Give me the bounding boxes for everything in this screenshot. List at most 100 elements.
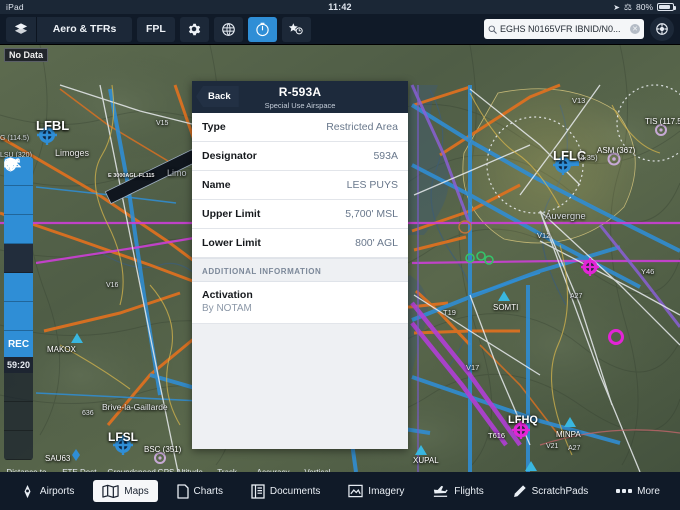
- route-tool-button[interactable]: [4, 158, 33, 402]
- detail-row-key: Upper Limit: [202, 208, 261, 220]
- map-label: V13: [572, 96, 586, 105]
- additional-information-header: ADDITIONAL INFORMATION: [192, 258, 408, 282]
- no-data-badge: No Data: [4, 48, 49, 62]
- map-label: G (114.5): [0, 135, 30, 142]
- location-arrow-icon: ➤: [613, 2, 620, 12]
- profile-button[interactable]: [650, 17, 674, 41]
- layers-icon: [14, 23, 28, 34]
- star-clock-icon: [289, 23, 304, 35]
- battery-percent: 80%: [635, 2, 653, 12]
- layers-button[interactable]: [6, 17, 36, 42]
- timer-button[interactable]: [247, 16, 277, 42]
- tab-label: ScratchPads: [531, 485, 589, 497]
- map-label: V17: [466, 363, 480, 372]
- map-label: LFHQ: [508, 414, 538, 426]
- detail-row-value: Restricted Area: [326, 121, 398, 133]
- popup-header: Back R-593A Special Use Airspace: [192, 81, 408, 113]
- airspace-detail-rows: Type Restricted Area Designator 593A Name LES…: [192, 113, 408, 258]
- ruler-button[interactable]: [4, 159, 33, 244]
- tab-label: Imagery: [368, 485, 405, 497]
- search-input[interactable]: EGHS N0165VFR IBNID/N0... ✕: [484, 19, 644, 39]
- detail-row-key: Name: [202, 179, 231, 191]
- map-label: Brive-la-Gaillarde: [102, 402, 168, 412]
- map-label: V21: [546, 443, 559, 450]
- detail-row-value: 5,700' MSL: [345, 208, 398, 220]
- map-canvas[interactable]: LFBL Limoges G (114.5) LSU (320) V15 Limo E 30…: [0, 45, 680, 472]
- track-up-button[interactable]: [4, 158, 33, 215]
- detail-row-key: Designator: [202, 150, 257, 162]
- zoom-in-button[interactable]: [4, 157, 33, 431]
- detail-row: Designator 593A: [192, 142, 408, 171]
- map-label: T19: [443, 308, 456, 317]
- map-label: XUPAL: [413, 456, 439, 465]
- bottom-tab-bar: Airports Maps Charts Documents Imagery Flight…: [0, 472, 680, 510]
- tab-airports[interactable]: Airports: [11, 480, 83, 503]
- map-label: MAKOX: [47, 345, 76, 354]
- detail-row: Type Restricted Area: [192, 113, 408, 142]
- map-label: MINPA: [556, 430, 581, 439]
- detail-row: Name LES PUYS: [192, 171, 408, 200]
- tab-more[interactable]: More: [607, 482, 669, 501]
- map-label: TIS (117.5: [645, 117, 680, 126]
- profile-view-button[interactable]: [4, 158, 33, 273]
- map-icon: [102, 484, 119, 498]
- map-label: Y46: [641, 267, 655, 276]
- clear-search-icon[interactable]: ✕: [630, 24, 640, 34]
- airport-icon: [20, 484, 35, 499]
- imagery-icon: [348, 484, 363, 498]
- terrain-button[interactable]: [4, 159, 33, 302]
- map-label: ASM (367): [597, 146, 636, 155]
- detail-row-key: Type: [202, 121, 226, 133]
- map-label: V15: [156, 120, 169, 127]
- map-label: Auvergne: [545, 211, 586, 222]
- settings-button[interactable]: [179, 16, 209, 42]
- zoom-out-icon: [4, 162, 18, 166]
- top-nav-bar: Aero & TFRs FPL EGHS N0165VFR IBNID/N0..…: [0, 14, 680, 45]
- tab-label: Flights: [454, 485, 484, 497]
- map-label: LFBL: [36, 118, 70, 133]
- detail-row-key: Lower Limit: [202, 237, 261, 249]
- tab-scratchpads[interactable]: ScratchPads: [503, 480, 598, 503]
- search-query-text: EGHS N0165VFR IBNID/N0...: [500, 24, 621, 34]
- tab-maps[interactable]: Maps: [93, 480, 158, 502]
- more-dots-icon: [616, 489, 633, 493]
- tab-label: Maps: [124, 485, 149, 497]
- search-icon: [488, 25, 497, 34]
- tab-label: Documents: [269, 485, 321, 497]
- aero-tfrs-button[interactable]: Aero & TFRs: [36, 16, 132, 42]
- airspace-detail-popup: Back R-593A Special Use Airspace Type Res…: [192, 81, 408, 449]
- ios-status-bar: iPad 11:42 ➤ ⚖ 80%: [0, 0, 680, 14]
- map-label: 636: [82, 410, 94, 417]
- back-button[interactable]: Back: [196, 86, 239, 107]
- map-label: V16: [106, 282, 119, 289]
- tab-charts[interactable]: Charts: [168, 480, 232, 503]
- timer-icon: [256, 22, 269, 36]
- tab-label: Charts: [193, 485, 223, 497]
- fpl-button[interactable]: FPL: [137, 16, 175, 42]
- weather-globe-icon: [221, 22, 235, 36]
- route-shield-button[interactable]: 35: [4, 157, 33, 331]
- tab-flights[interactable]: Flights: [423, 480, 492, 502]
- detail-row: Lower Limit 800' AGL: [192, 229, 408, 258]
- battery-icon: [657, 3, 676, 11]
- tab-imagery[interactable]: Imagery: [339, 480, 413, 502]
- map-label: E 3000AGL-FL115: [108, 173, 155, 179]
- favorites-button[interactable]: [281, 16, 311, 42]
- weather-button[interactable]: [213, 16, 243, 42]
- map-tool-rail: 35 REC 59:20: [4, 157, 33, 460]
- compass-icon: [656, 23, 668, 35]
- record-timer: 59:20: [4, 357, 33, 373]
- detail-row-value: LES PUYS: [346, 179, 398, 191]
- map-label: LFSL: [108, 430, 138, 444]
- map-label: BSC (351): [144, 445, 182, 454]
- bluetooth-icon: ⚖: [623, 1, 632, 12]
- tab-documents[interactable]: Documents: [242, 480, 330, 503]
- documents-icon: [251, 483, 265, 499]
- zoom-out-button[interactable]: [4, 162, 33, 460]
- detail-row: Upper Limit 5,700' MSL: [192, 200, 408, 229]
- gear-icon: [189, 23, 201, 36]
- map-label: SOMTI: [493, 303, 519, 312]
- activation-title: Activation: [202, 289, 253, 301]
- record-button[interactable]: REC: [4, 331, 33, 357]
- detail-row-value: 800' AGL: [355, 237, 398, 249]
